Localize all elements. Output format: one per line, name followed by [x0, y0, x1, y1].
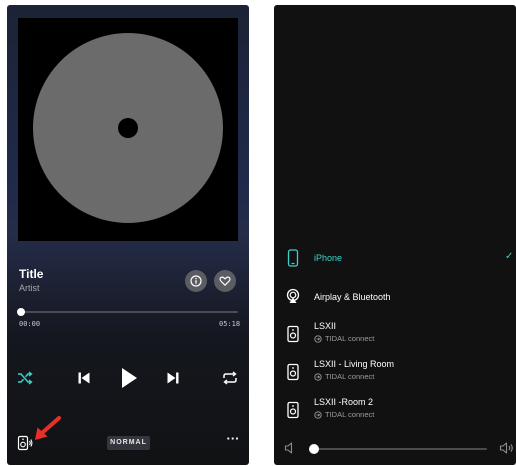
more-options-button[interactable]: ··· [225, 432, 241, 449]
annotation-arrow-icon [35, 416, 61, 440]
disc-placeholder [33, 33, 223, 223]
device-subtitle-text: TIDAL connect [325, 410, 375, 419]
now-playing-screen: Title Artist 00:00 05:18 NORMAL ··· [7, 5, 249, 465]
heart-icon [219, 276, 231, 286]
selected-check-icon: ✓ [505, 251, 514, 262]
speaker-icon [287, 325, 299, 343]
track-title: Title [19, 267, 44, 281]
airplay-icon [286, 288, 300, 303]
next-button[interactable] [163, 368, 183, 388]
quality-badge[interactable]: NORMAL [107, 436, 150, 450]
device-picker-screen: iPhone ✓ Airplay & Bluetooth LSXII TIDAL… [274, 5, 516, 465]
track-artist: Artist [19, 283, 40, 293]
device-name: LSXII -Room 2 [314, 397, 374, 407]
favorite-button[interactable] [214, 270, 236, 292]
device-item-lsxii[interactable]: LSXII TIDAL connect [274, 321, 516, 351]
speaker-output-button[interactable] [16, 434, 34, 452]
device-subtitle-text: TIDAL connect [325, 372, 375, 381]
duration-time: 05:18 [219, 320, 241, 328]
speaker-icon [287, 363, 299, 381]
progress-handle[interactable] [17, 308, 25, 316]
device-subtitle: TIDAL connect [314, 410, 374, 419]
shuffle-button[interactable] [16, 369, 34, 387]
volume-handle[interactable] [309, 444, 319, 454]
device-subtitle: TIDAL connect [314, 334, 374, 343]
next-icon [167, 372, 179, 384]
device-subtitle: TIDAL connect [314, 372, 374, 381]
speaker-icon [287, 401, 299, 419]
previous-button[interactable] [74, 368, 94, 388]
device-item-airplay-bluetooth[interactable]: Airplay & Bluetooth [274, 283, 516, 313]
speaker-output-icon [17, 435, 33, 451]
device-name: LSXII - Living Room [314, 359, 395, 369]
device-subtitle-text: TIDAL connect [325, 334, 375, 343]
device-name: iPhone [314, 253, 343, 263]
play-icon [122, 368, 137, 388]
shuffle-icon [18, 371, 33, 385]
repeat-button[interactable] [221, 369, 239, 387]
volume-low-icon [284, 442, 293, 454]
disc-hole [118, 118, 138, 138]
device-name: LSXII [314, 321, 337, 331]
elapsed-time: 00:00 [19, 320, 41, 328]
tidal-connect-icon [314, 372, 322, 381]
device-item-lsxii-living-room[interactable]: LSXII - Living Room TIDAL connect [274, 359, 516, 389]
info-button[interactable] [185, 270, 207, 292]
volume-slider[interactable] [309, 444, 487, 454]
device-item-iphone[interactable]: iPhone ✓ [274, 245, 516, 275]
phone-icon [287, 249, 299, 267]
progress-bar[interactable] [17, 308, 238, 316]
tidal-connect-icon [314, 334, 322, 343]
info-icon [190, 275, 202, 287]
repeat-icon [223, 371, 237, 385]
device-name: Airplay & Bluetooth [314, 292, 391, 302]
tidal-connect-icon [314, 410, 322, 419]
volume-high-icon [499, 442, 513, 454]
previous-icon [78, 372, 90, 384]
play-button[interactable] [117, 365, 141, 391]
album-art [18, 18, 238, 241]
device-item-lsxii-room-2[interactable]: LSXII -Room 2 TIDAL connect [274, 397, 516, 427]
